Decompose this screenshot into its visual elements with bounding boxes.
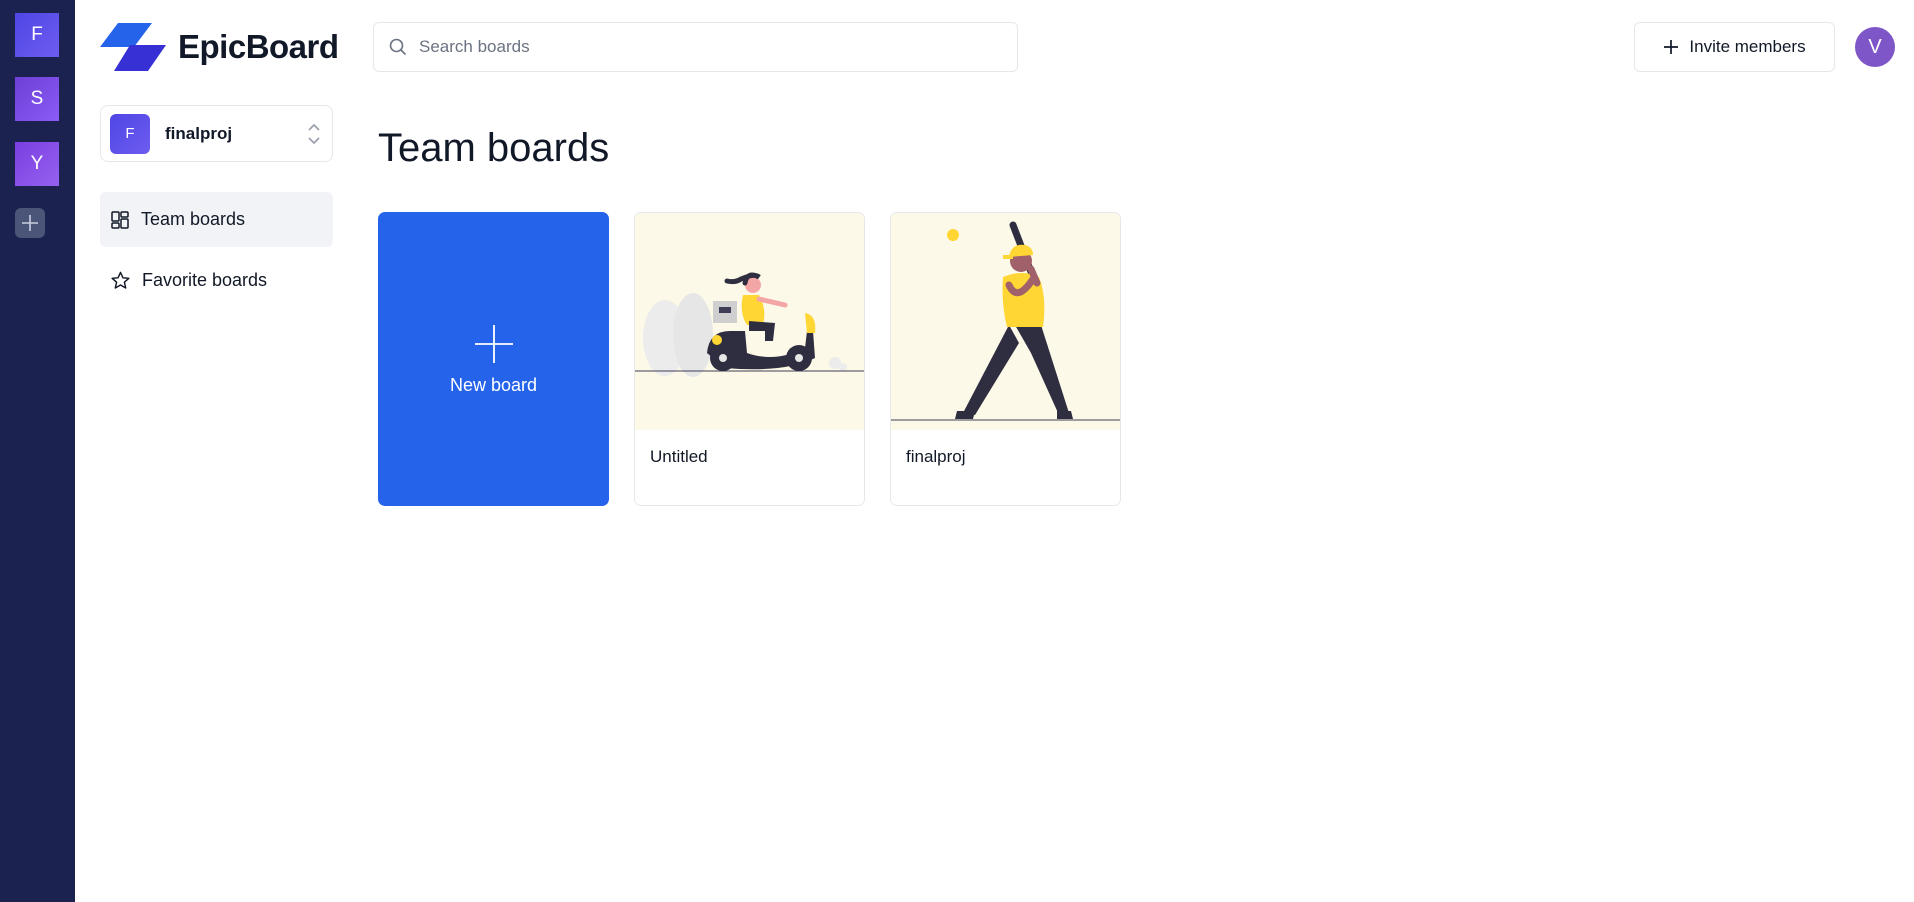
chevron-up-down-icon (308, 123, 320, 145)
org-name: finalproj (165, 123, 233, 143)
new-board-label: New board (449, 374, 538, 395)
search-input[interactable] (419, 37, 979, 57)
epicboard-logo-icon (100, 23, 166, 71)
sidebar-item-favorite-boards[interactable]: Favorite boards (100, 253, 333, 308)
board-name: Untitled (650, 447, 708, 466)
sidebar-item-team-boards[interactable]: Team boards (100, 192, 333, 247)
board-card[interactable]: finalproj (890, 212, 1121, 506)
search-box[interactable] (373, 22, 1018, 72)
org-button-f[interactable]: F (15, 13, 59, 57)
plus-icon (474, 324, 513, 363)
board-card[interactable]: Untitled (634, 212, 865, 506)
baseball-batter-illustration (891, 221, 1120, 421)
scooter-rider-illustration (635, 272, 864, 377)
org-rail: F S Y (0, 0, 75, 902)
star-icon (111, 271, 130, 289)
board-name: finalproj (906, 447, 966, 466)
org-button-s[interactable]: S (15, 77, 59, 121)
page-title: Team boards (378, 126, 610, 170)
search-icon (389, 38, 407, 56)
sidebar-item-label: Favorite boards (142, 270, 268, 290)
plus-icon (22, 215, 38, 231)
dashboard-icon (111, 210, 129, 229)
add-org-button[interactable] (15, 208, 45, 238)
plus-icon (1664, 40, 1679, 54)
user-avatar[interactable]: V (1855, 27, 1895, 67)
board-thumbnail (891, 213, 1120, 430)
app-name: EpicBoard (178, 28, 339, 65)
logo: EpicBoard (100, 23, 339, 71)
org-button-y[interactable]: Y (15, 142, 59, 186)
sidebar-item-label: Team boards (141, 209, 246, 229)
org-avatar: F (110, 113, 150, 154)
new-board-button[interactable]: New board (378, 212, 609, 506)
board-thumbnail (635, 213, 864, 430)
invite-members-button[interactable]: Invite members (1634, 22, 1835, 72)
invite-members-label: Invite members (1689, 37, 1806, 56)
org-switcher[interactable]: F finalproj (100, 105, 333, 162)
